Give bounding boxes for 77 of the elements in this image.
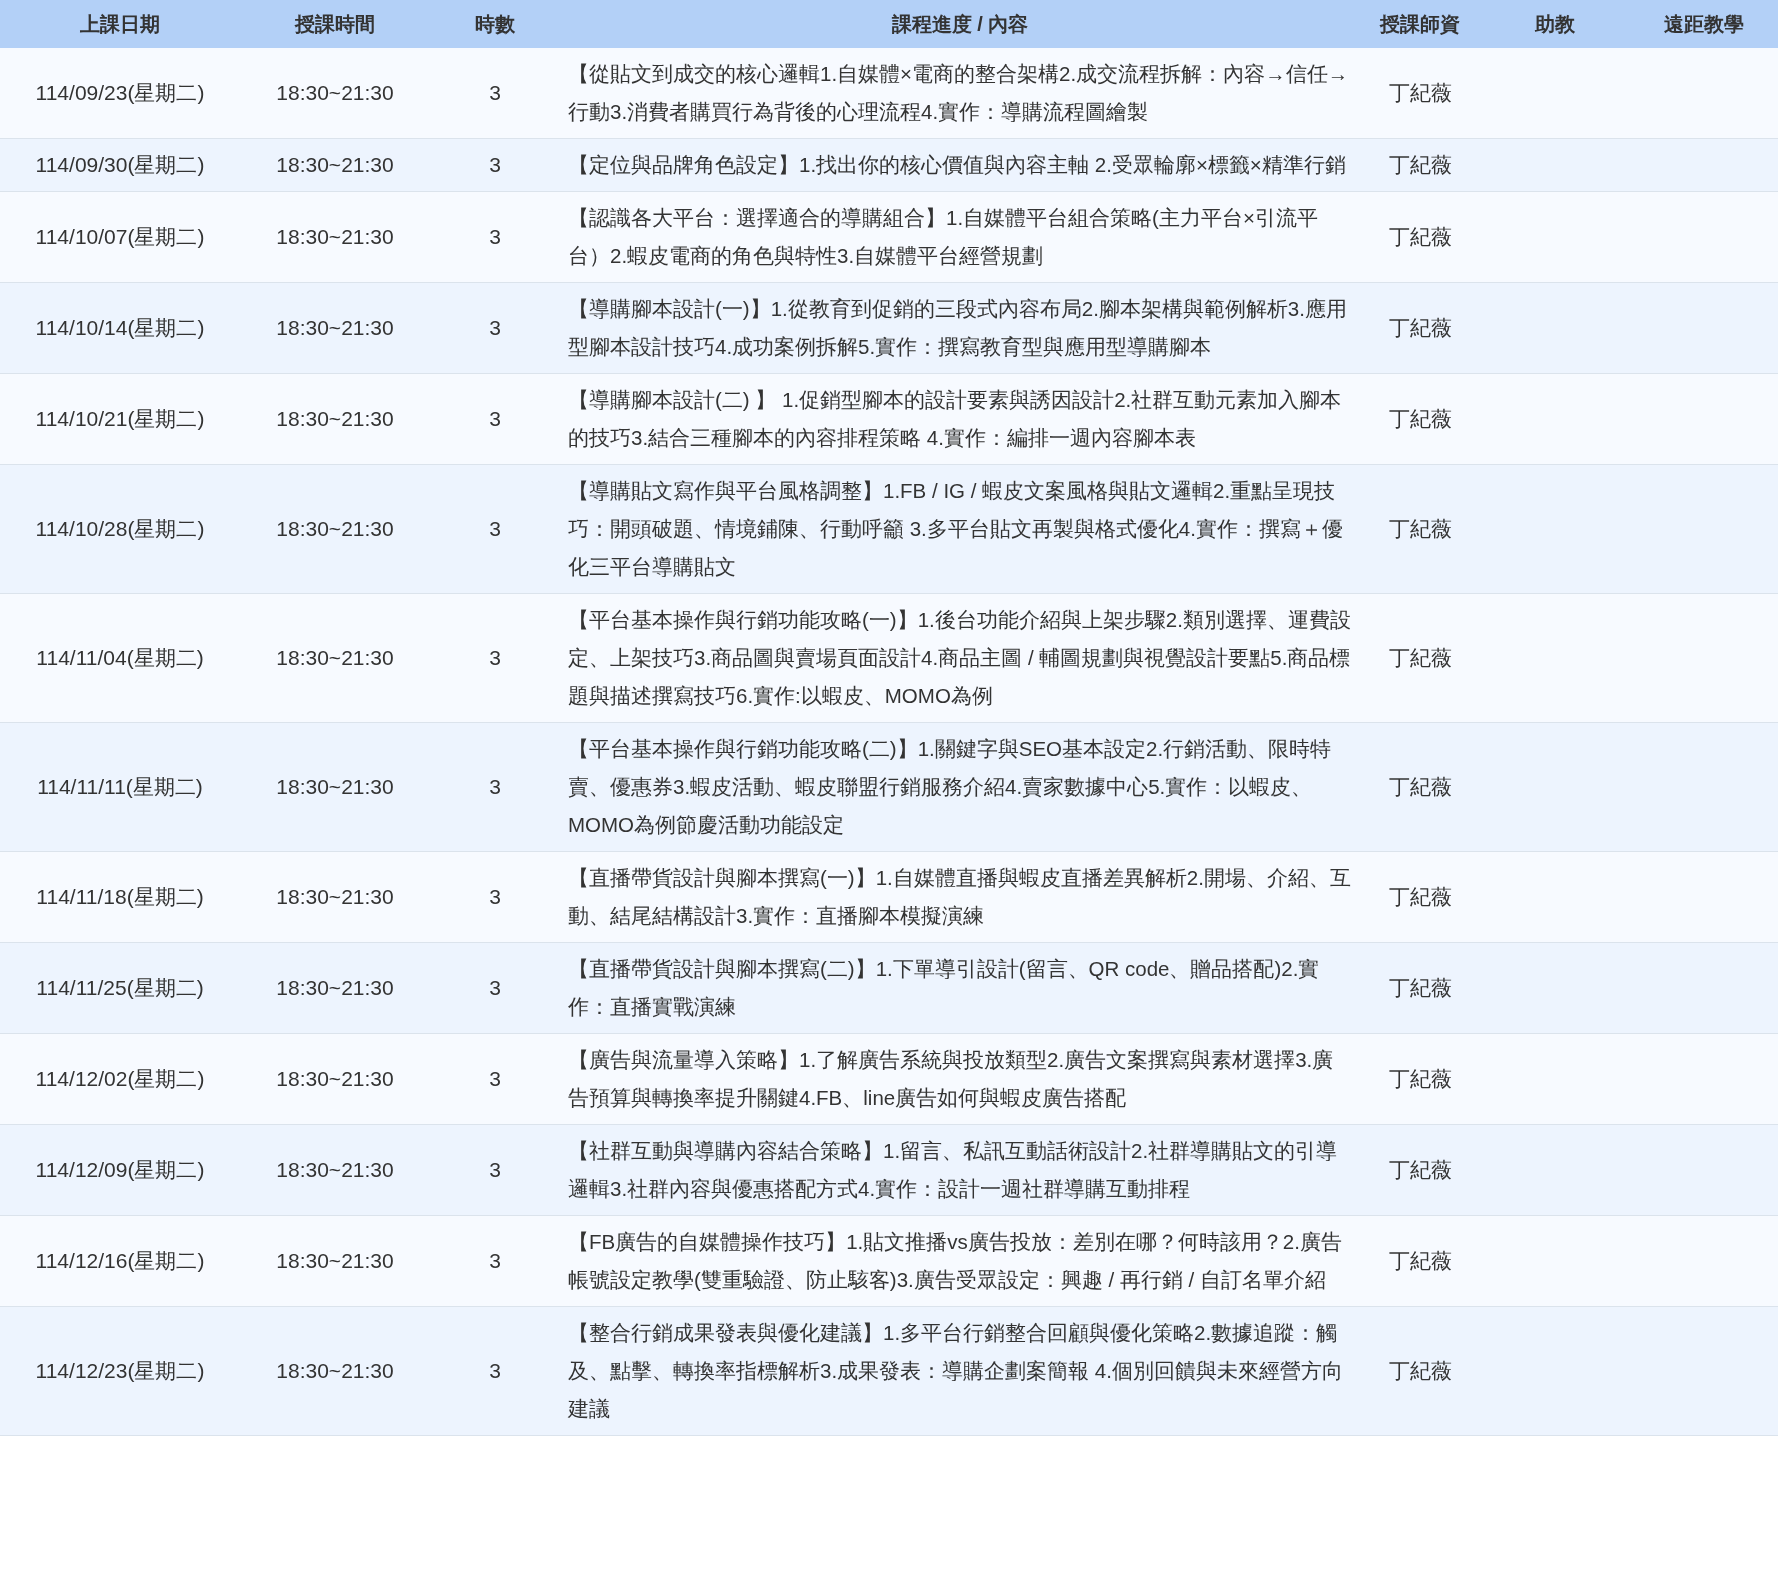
- content-cell: 【直播帶貨設計與腳本撰寫(一)】1.自媒體直播與蝦皮直播差異解析2.開場、介紹、互動、結尾結構設計3.實作：直播腳本模擬演練: [560, 851, 1360, 943]
- hours-cell: 3: [430, 593, 560, 723]
- teacher-cell: 丁紀薇: [1360, 851, 1480, 943]
- time-cell: 18:30~21:30: [240, 1215, 430, 1307]
- time-cell: 18:30~21:30: [240, 1306, 430, 1436]
- column-header: 授課時間: [240, 0, 430, 48]
- time-cell: 18:30~21:30: [240, 593, 430, 723]
- content-cell: 【從貼文到成交的核心邏輯1.自媒體×電商的整合架構2.成交流程拆解：內容→信任→行動3.消費者購買行為背後的心理流程4.實作：導購流程圖繪製: [560, 48, 1360, 139]
- teacher-cell: 丁紀薇: [1360, 138, 1480, 192]
- column-header: 授課師資: [1360, 0, 1480, 48]
- hours-cell: 3: [430, 722, 560, 852]
- content-cell: 【定位與品牌角色設定】1.找出你的核心價值與內容主軸 2.受眾輪廓×標籤×精準行銷: [560, 138, 1360, 192]
- hours-cell: 3: [430, 1215, 560, 1307]
- date-cell: 114/10/07(星期二): [0, 191, 240, 283]
- time-cell: 18:30~21:30: [240, 138, 430, 192]
- teacher-cell: 丁紀薇: [1360, 593, 1480, 723]
- date-cell: 114/10/21(星期二): [0, 373, 240, 465]
- column-header: 時數: [430, 0, 560, 48]
- content-cell: 【平台基本操作與行銷功能攻略(二)】1.關鍵字與SEO基本設定2.行銷活動、限時特賣、優惠券3.蝦皮活動、蝦皮聯盟行銷服務介紹4.賣家數據中心5.實作：以蝦皮、MOMO為例節慶活動功能設定: [560, 722, 1360, 852]
- teacher-cell: 丁紀薇: [1360, 1306, 1480, 1436]
- date-cell: 114/10/28(星期二): [0, 464, 240, 594]
- teacher-cell: 丁紀薇: [1360, 282, 1480, 374]
- hours-cell: 3: [430, 138, 560, 192]
- hours-cell: 3: [430, 851, 560, 943]
- time-cell: 18:30~21:30: [240, 1124, 430, 1216]
- teacher-cell: 丁紀薇: [1360, 191, 1480, 283]
- date-cell: 114/11/11(星期二): [0, 722, 240, 852]
- teacher-cell: 丁紀薇: [1360, 942, 1480, 1034]
- hours-cell: 3: [430, 942, 560, 1034]
- date-cell: 114/12/09(星期二): [0, 1124, 240, 1216]
- date-cell: 114/11/18(星期二): [0, 851, 240, 943]
- time-cell: 18:30~21:30: [240, 48, 430, 139]
- teacher-cell: 丁紀薇: [1360, 1215, 1480, 1307]
- time-cell: 18:30~21:30: [240, 191, 430, 283]
- date-cell: 114/09/30(星期二): [0, 138, 240, 192]
- time-cell: 18:30~21:30: [240, 851, 430, 943]
- teacher-cell: 丁紀薇: [1360, 1124, 1480, 1216]
- time-cell: 18:30~21:30: [240, 1033, 430, 1125]
- hours-cell: 3: [430, 1124, 560, 1216]
- date-cell: 114/09/23(星期二): [0, 48, 240, 139]
- time-cell: 18:30~21:30: [240, 282, 430, 374]
- hours-cell: 3: [430, 373, 560, 465]
- hours-cell: 3: [430, 48, 560, 139]
- date-cell: 114/11/04(星期二): [0, 593, 240, 723]
- content-cell: 【導購貼文寫作與平台風格調整】1.FB / IG / 蝦皮文案風格與貼文邏輯2.重點呈現技巧：開頭破題、情境鋪陳、行動呼籲 3.多平台貼文再製與格式優化4.實作：撰寫＋優化三平台導購貼文: [560, 464, 1360, 594]
- date-cell: 114/12/02(星期二): [0, 1033, 240, 1125]
- date-cell: 114/12/23(星期二): [0, 1306, 240, 1436]
- teacher-cell: 丁紀薇: [1360, 373, 1480, 465]
- column-header: 遠距教學: [1630, 0, 1778, 48]
- time-cell: 18:30~21:30: [240, 942, 430, 1034]
- hours-cell: 3: [430, 1033, 560, 1125]
- teacher-cell: 丁紀薇: [1360, 464, 1480, 594]
- time-cell: 18:30~21:30: [240, 373, 430, 465]
- date-cell: 114/10/14(星期二): [0, 282, 240, 374]
- column-header: 上課日期: [0, 0, 240, 48]
- column-header: 課程進度 / 內容: [560, 0, 1360, 48]
- content-cell: 【社群互動與導購內容結合策略】1.留言、私訊互動話術設計2.社群導購貼文的引導邏輯3.社群內容與優惠搭配方式4.實作：設計一週社群導購互動排程: [560, 1124, 1360, 1216]
- date-cell: 114/12/16(星期二): [0, 1215, 240, 1307]
- content-cell: 【FB廣告的自媒體操作技巧】1.貼文推播vs廣告投放：差別在哪？何時該用？2.廣告帳號設定教學(雙重驗證、防止駭客)3.廣告受眾設定：興趣 / 再行銷 / 自訂名單介紹: [560, 1215, 1360, 1307]
- hours-cell: 3: [430, 464, 560, 594]
- time-cell: 18:30~21:30: [240, 464, 430, 594]
- content-cell: 【整合行銷成果發表與優化建議】1.多平台行銷整合回顧與優化策略2.數據追蹤：觸及、點擊、轉換率指標解析3.成果發表：導購企劃案簡報 4.個別回饋與未來經營方向建議: [560, 1306, 1360, 1436]
- date-cell: 114/11/25(星期二): [0, 942, 240, 1034]
- content-cell: 【平台基本操作與行銷功能攻略(一)】1.後台功能介紹與上架步驟2.類別選擇、運費設定、上架技巧3.商品圖與賣場頁面設計4.商品主圖 / 輔圖規劃與視覺設計要點5.商品標題與描述撰寫技巧6.實作:以蝦皮、MOMO為例: [560, 593, 1360, 723]
- teacher-cell: 丁紀薇: [1360, 1033, 1480, 1125]
- content-cell: 【認識各大平台：選擇適合的導購組合】1.自媒體平台組合策略(主力平台×引流平台）2.蝦皮電商的角色與特性3.自媒體平台經營規劃: [560, 191, 1360, 283]
- hours-cell: 3: [430, 191, 560, 283]
- hours-cell: 3: [430, 1306, 560, 1436]
- content-cell: 【導購腳本設計(一)】1.從教育到促銷的三段式內容布局2.腳本架構與範例解析3.應用型腳本設計技巧4.成功案例拆解5.實作：撰寫教育型與應用型導購腳本: [560, 282, 1360, 374]
- content-cell: 【直播帶貨設計與腳本撰寫(二)】1.下單導引設計(留言、QR code、贈品搭配)2.實作：直播實戰演練: [560, 942, 1360, 1034]
- time-cell: 18:30~21:30: [240, 722, 430, 852]
- teacher-cell: 丁紀薇: [1360, 722, 1480, 852]
- column-header: 助教: [1480, 0, 1630, 48]
- teacher-cell: 丁紀薇: [1360, 48, 1480, 139]
- hours-cell: 3: [430, 282, 560, 374]
- content-cell: 【導購腳本設計(二) 】 1.促銷型腳本的設計要素與誘因設計2.社群互動元素加入腳本的技巧3.結合三種腳本的內容排程策略 4.實作：編排一週內容腳本表: [560, 373, 1360, 465]
- content-cell: 【廣告與流量導入策略】1.了解廣告系統與投放類型2.廣告文案撰寫與素材選擇3.廣告預算與轉換率提升關鍵4.FB、line廣告如何與蝦皮廣告搭配: [560, 1033, 1360, 1125]
